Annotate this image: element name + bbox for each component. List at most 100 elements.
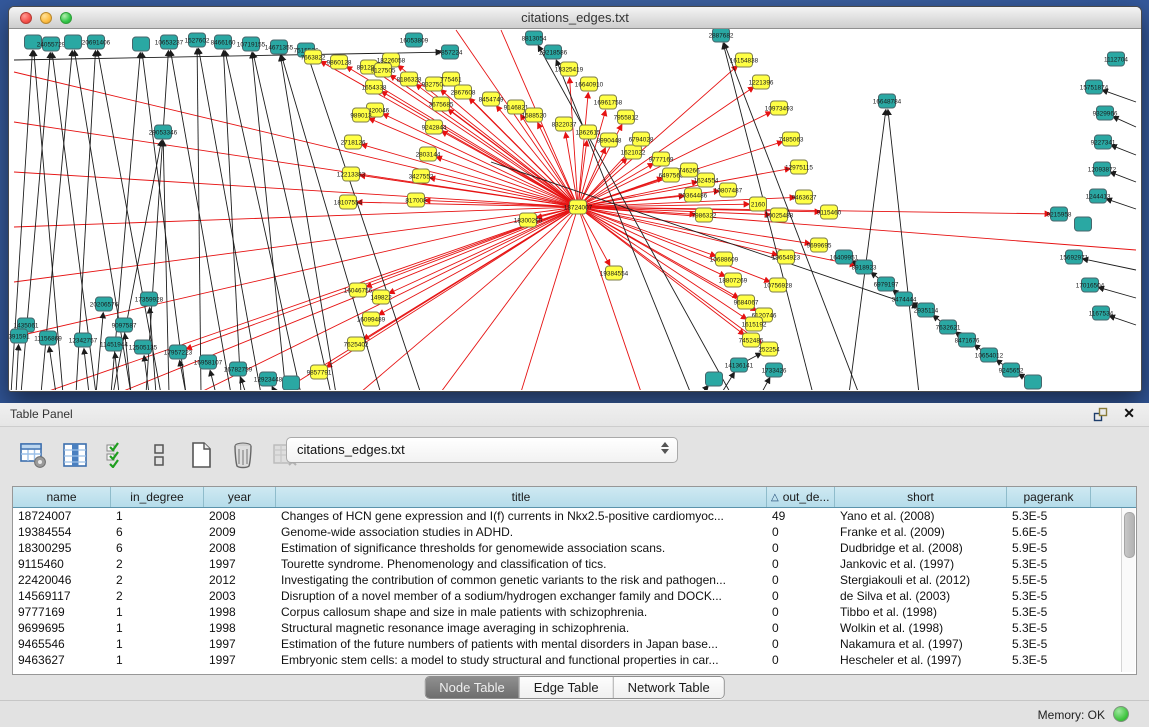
graph-node[interactable]: 9777169 <box>649 152 674 166</box>
graph-node[interactable]: 16053809 <box>400 33 429 47</box>
graph-node[interactable]: 1527602 <box>185 33 210 47</box>
graph-node[interactable]: 14136141 <box>725 358 754 372</box>
graph-node[interactable]: 16099489 <box>357 312 386 326</box>
show-columns-icon[interactable] <box>60 440 90 470</box>
graph-node[interactable]: 16154838 <box>730 53 759 67</box>
graph-node[interactable]: 2867608 <box>451 85 476 99</box>
tab-network-table[interactable]: Network Table <box>613 677 724 698</box>
graph-node[interactable]: 12975115 <box>785 160 813 174</box>
vertical-scrollbar[interactable] <box>1121 508 1135 672</box>
graph-node[interactable]: 9860128 <box>327 55 352 69</box>
table-row[interactable]: 1456911722003Disruption of a novel membe… <box>13 588 1136 604</box>
graph-node[interactable]: 18325419 <box>555 62 584 76</box>
graph-node[interactable]: 1244413 <box>1086 189 1111 203</box>
table-row[interactable]: 977716911998Corpus callosum shape and si… <box>13 604 1136 620</box>
graph-node[interactable]: 989013 <box>350 108 372 122</box>
table-panel-titlebar[interactable]: Table Panel ✕ <box>0 403 1149 427</box>
float-panel-icon[interactable] <box>1093 407 1109 422</box>
graph-node[interactable]: 12093872 <box>1088 162 1117 176</box>
graph-node[interactable]: 19384554 <box>600 266 629 280</box>
graph-node[interactable]: 8186328 <box>397 72 422 86</box>
graph-node[interactable]: 16648784 <box>873 94 902 108</box>
graph-node[interactable]: 6794028 <box>629 132 654 146</box>
graph-node[interactable]: 15751874 <box>1080 80 1109 94</box>
graph-node[interactable]: 7632621 <box>936 320 961 334</box>
table-row[interactable]: 1938455462009Genome-wide association stu… <box>13 524 1136 540</box>
graph-node[interactable]: 2803144 <box>416 147 441 161</box>
create-column-icon[interactable] <box>186 440 216 470</box>
graph-node[interactable]: 7955812 <box>614 110 639 124</box>
graph-node[interactable]: 8990448 <box>597 133 622 147</box>
graph-node[interactable]: 10807487 <box>714 183 743 197</box>
graph-node[interactable]: 1221396 <box>749 75 774 89</box>
graph-node[interactable]: 3675685 <box>429 97 454 111</box>
column-header-pagerank[interactable]: pagerank <box>1007 487 1091 507</box>
graph-node[interactable]: 775461 <box>440 72 462 86</box>
graph-node[interactable] <box>133 37 150 51</box>
graph-node[interactable]: 11451944 <box>100 337 128 351</box>
graph-node[interactable] <box>283 376 300 390</box>
graph-node[interactable]: 10756928 <box>764 278 793 292</box>
graph-node[interactable]: 20691406 <box>82 35 111 49</box>
graph-node[interactable]: 16782759 <box>224 362 253 376</box>
table-row[interactable]: 969969511998Structural magnetic resonanc… <box>13 620 1136 636</box>
graph-node[interactable]: 8466160 <box>211 35 236 49</box>
graph-node[interactable]: 1588520 <box>522 108 547 122</box>
table-row[interactable]: 2242004622012Investigating the contribut… <box>13 572 1136 588</box>
graph-node[interactable]: 16046756 <box>344 283 373 297</box>
close-panel-icon[interactable]: ✕ <box>1123 405 1135 422</box>
graph-node[interactable] <box>65 35 82 49</box>
tab-node-table[interactable]: Node Table <box>425 677 519 698</box>
table-mode-icon[interactable] <box>18 440 48 470</box>
graph-node[interactable]: 7857224 <box>438 45 463 59</box>
column-header-year[interactable]: year <box>204 487 276 507</box>
graph-node[interactable]: 8471676 <box>955 333 980 347</box>
graph-node[interactable]: 817008 <box>405 193 427 207</box>
graph-node[interactable]: 9227341 <box>1091 135 1116 149</box>
graph-node[interactable]: 20206576 <box>90 297 119 311</box>
graph-node[interactable]: 15692971 <box>1060 250 1089 264</box>
graph-node[interactable]: 10653237 <box>155 35 184 49</box>
memory-status-indicator[interactable] <box>1113 706 1129 722</box>
graph-node[interactable]: 9215958 <box>1047 207 1072 221</box>
graph-node[interactable]: 1621022 <box>621 145 646 159</box>
graph-node[interactable]: 19218586 <box>539 45 568 59</box>
graph-node[interactable]: 12213383 <box>337 167 366 181</box>
table-row[interactable]: 1872400712008Changes of HCN gene express… <box>13 508 1136 524</box>
graph-node[interactable]: 9329966 <box>1093 106 1118 120</box>
graph-node[interactable]: 8918923 <box>852 260 877 274</box>
graph-node[interactable]: 2718126 <box>341 135 366 149</box>
column-header-name[interactable]: name <box>13 487 111 507</box>
graph-node[interactable] <box>1075 217 1092 231</box>
column-header-title[interactable]: title <box>276 487 767 507</box>
table-select-dropdown[interactable]: citations_edges.txt <box>286 437 678 463</box>
graph-node[interactable]: 252254 <box>758 342 780 356</box>
graph-node[interactable]: 10719155 <box>237 37 266 51</box>
graph-node[interactable]: 16640910 <box>575 77 604 91</box>
graph-node[interactable] <box>706 372 723 386</box>
graph-node[interactable]: 6979197 <box>874 277 899 291</box>
scrollbar-thumb[interactable] <box>1124 512 1135 558</box>
graph-node[interactable] <box>1025 375 1042 389</box>
graph-node[interactable]: 10654012 <box>975 348 1004 362</box>
table-row[interactable]: 946554611997Estimation of the future num… <box>13 636 1136 652</box>
graph-node[interactable]: 9684067 <box>734 295 759 309</box>
network-view-canvas[interactable]: 2405572920691406106532371527602846616010… <box>9 29 1139 390</box>
graph-node[interactable]: 1167534 <box>1089 306 1114 320</box>
delete-column-icon[interactable] <box>228 440 258 470</box>
graph-node[interactable]: 1624554 <box>694 173 719 187</box>
column-header-out-de-[interactable]: △out_de... <box>767 487 835 507</box>
graph-node[interactable]: 391591 <box>9 329 30 343</box>
graph-node[interactable]: 746266 <box>678 163 700 177</box>
graph-node[interactable]: 19654923 <box>772 250 801 264</box>
graph-node[interactable]: 16961758 <box>594 95 623 109</box>
table-row[interactable]: 911546021997Tourette syndrome. Phenomeno… <box>13 556 1136 572</box>
select-columns-icon[interactable] <box>102 440 132 470</box>
graph-node[interactable]: 12923448 <box>254 372 283 386</box>
column-header-in-degree[interactable]: in_degree <box>111 487 204 507</box>
graph-node[interactable]: 2935114 <box>914 303 939 317</box>
tab-edge-table[interactable]: Edge Table <box>519 677 613 698</box>
graph-node[interactable]: 10688609 <box>710 252 739 266</box>
graph-node[interactable]: 9857791 <box>307 365 332 379</box>
graph-node[interactable]: 1112704 <box>1104 52 1128 66</box>
